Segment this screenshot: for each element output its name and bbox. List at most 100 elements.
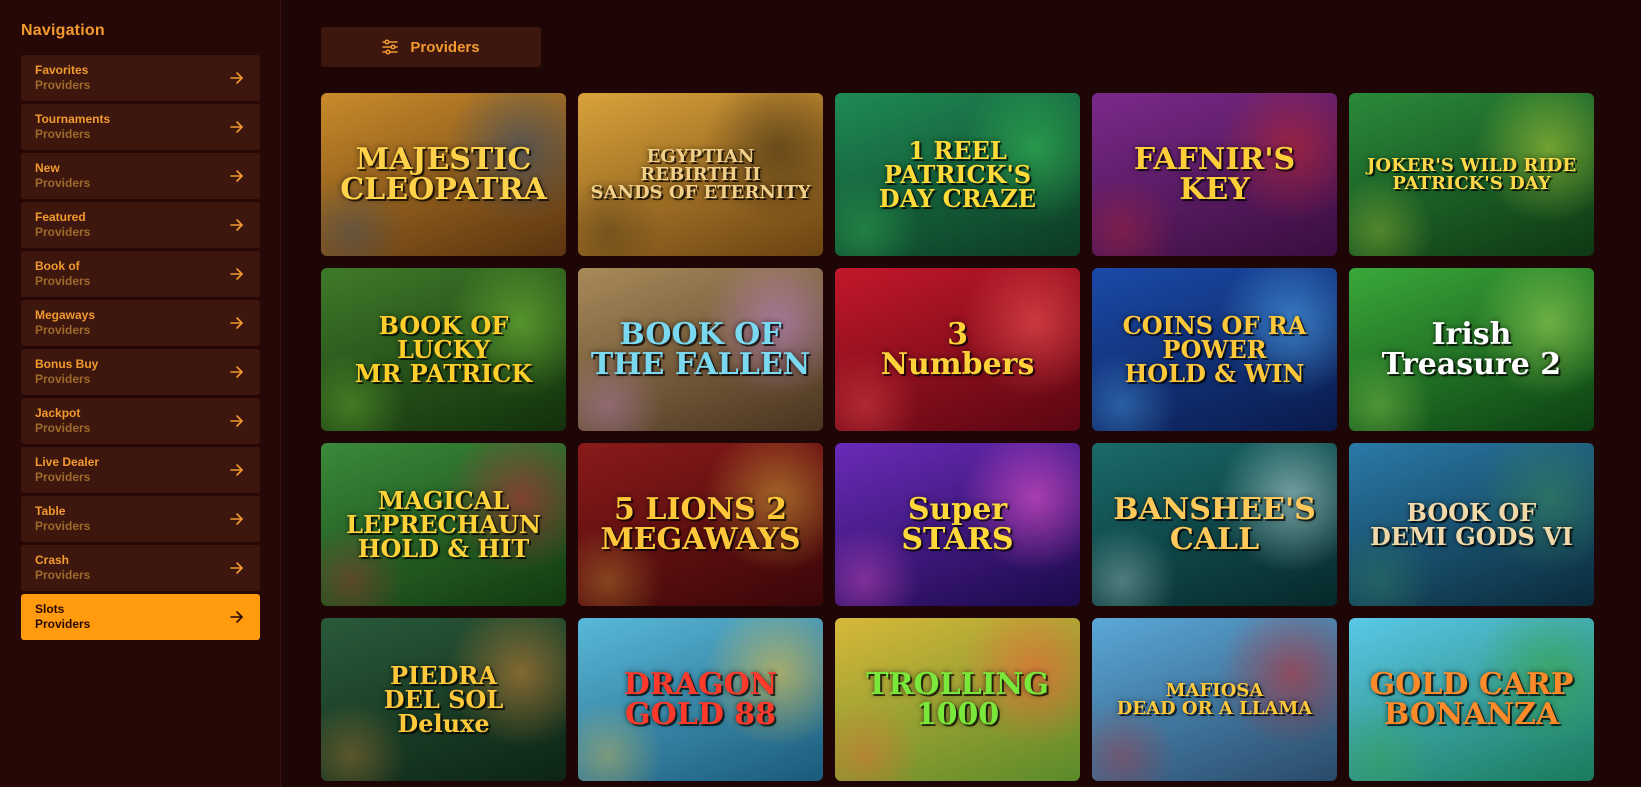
game-title: DRAGON GOLD 88 xyxy=(623,666,778,732)
game-title: BOOK OF THE FALLEN xyxy=(590,316,811,382)
sidebar-item-texts: Book of Providers xyxy=(35,259,90,289)
sliders-icon xyxy=(382,39,399,55)
game-tile[interactable]: MAGICAL LEPRECHAUN HOLD & HIT xyxy=(321,443,566,606)
arrow-right-icon xyxy=(230,121,243,133)
sidebar-item-sub: Providers xyxy=(35,176,91,190)
game-tile[interactable]: Super STARS xyxy=(835,443,1080,606)
game-title: 3 Numbers xyxy=(880,316,1035,382)
sidebar-item-label: Slots xyxy=(35,602,65,616)
game-title: MAFIOSA DEAD OR A LLAMA xyxy=(1116,679,1313,719)
game-title: MAGICAL LEPRECHAUN HOLD & HIT xyxy=(346,485,541,563)
sidebar-item-texts: Table Providers xyxy=(35,504,90,534)
sidebar-item-tournaments[interactable]: Tournaments Providers xyxy=(21,104,260,150)
sidebar-item-sub: Providers xyxy=(35,225,91,239)
sidebar-item-texts: Bonus Buy Providers xyxy=(35,357,98,387)
sidebar-item-label: Favorites xyxy=(35,63,89,77)
sidebar-item-live-dealer[interactable]: Live Dealer Providers xyxy=(21,447,260,493)
game-title: BOOK OF DEMI GODS VI xyxy=(1369,497,1573,551)
sidebar-item-texts: Featured Providers xyxy=(35,210,90,240)
sidebar-item-slots[interactable]: Slots Providers xyxy=(21,594,260,640)
arrow-right-icon xyxy=(230,562,243,574)
game-title: EGYPTIAN REBIRTH II SANDS OF ETERNITY xyxy=(590,145,811,203)
game-title: BOOK OF LUCKY MR PATRICK xyxy=(354,310,533,388)
sidebar-item-sub: Providers xyxy=(35,568,91,582)
sidebar-item-label: New xyxy=(35,161,60,175)
game-tile[interactable]: BOOK OF LUCKY MR PATRICK xyxy=(321,268,566,431)
sidebar-item-featured[interactable]: Featured Providers xyxy=(21,202,260,248)
providers-button[interactable]: Providers xyxy=(321,27,541,67)
sidebar-item-crash[interactable]: Crash Providers xyxy=(21,545,260,591)
arrow-right-icon xyxy=(230,464,243,476)
sidebar-item-label: Featured xyxy=(35,210,86,224)
sidebar-item-favorites[interactable]: Favorites Providers xyxy=(21,55,260,101)
game-title: JOKER'S WILD RIDE PATRICK'S DAY xyxy=(1366,154,1577,194)
arrow-right-icon xyxy=(230,366,243,378)
game-tile[interactable]: JOKER'S WILD RIDE PATRICK'S DAY xyxy=(1349,93,1594,256)
game-tile[interactable]: FAFNIR'S KEY xyxy=(1092,93,1337,256)
sidebar-item-label: Jackpot xyxy=(35,406,81,420)
game-tile[interactable]: Irish Treasure 2 xyxy=(1349,268,1594,431)
game-tile[interactable]: COINS OF RA POWER HOLD & WIN xyxy=(1092,268,1337,431)
game-title: COINS OF RA POWER HOLD & WIN xyxy=(1122,310,1307,388)
game-grid: MAJESTIC CLEOPATRA EGYPTIAN REBIRTH II SA… xyxy=(321,93,1641,781)
sidebar-nav: Favorites Providers Tournaments Providers Ne… xyxy=(21,55,260,640)
sidebar-item-texts: Jackpot Providers xyxy=(35,406,90,436)
app: Navigation Favorites Providers Tournaments… xyxy=(0,0,1641,787)
sidebar-item-jackpot[interactable]: Jackpot Providers xyxy=(21,398,260,444)
sidebar-item-sub: Providers xyxy=(35,617,91,631)
game-tile[interactable]: MAJESTIC CLEOPATRA xyxy=(321,93,566,256)
game-tile[interactable]: 5 LIONS 2 MEGAWAYS xyxy=(578,443,823,606)
sidebar-item-bonus-buy[interactable]: Bonus Buy Providers xyxy=(21,349,260,395)
sidebar-item-label: Tournaments xyxy=(35,112,111,126)
game-title: Irish Treasure 2 xyxy=(1381,316,1562,382)
sidebar-item-label: Book of xyxy=(35,259,80,273)
sidebar-item-new[interactable]: New Providers xyxy=(21,153,260,199)
sidebar-item-sub: Providers xyxy=(35,421,91,435)
arrow-right-icon xyxy=(230,170,243,182)
sidebar-item-texts: Live Dealer Providers xyxy=(35,455,99,485)
sidebar-item-megaways[interactable]: Megaways Providers xyxy=(21,300,260,346)
game-tile[interactable]: GOLD CARP BONANZA xyxy=(1349,618,1594,781)
game-tile[interactable]: 3 Numbers xyxy=(835,268,1080,431)
sidebar-item-book-of[interactable]: Book of Providers xyxy=(21,251,260,297)
game-tile[interactable]: TROLLING 1000 xyxy=(835,618,1080,781)
game-title: 1 REEL PATRICK'S DAY CRAZE xyxy=(878,135,1037,213)
sidebar-item-label: Megaways xyxy=(35,308,96,322)
sidebar-item-sub: Providers xyxy=(35,127,91,141)
game-tile[interactable]: BANSHEE'S CALL xyxy=(1092,443,1337,606)
game-tile[interactable]: BOOK OF DEMI GODS VI xyxy=(1349,443,1594,606)
sidebar-item-label: Bonus Buy xyxy=(35,357,99,371)
arrow-right-icon xyxy=(230,72,243,84)
game-tile[interactable]: BOOK OF THE FALLEN xyxy=(578,268,823,431)
game-tile[interactable]: DRAGON GOLD 88 xyxy=(578,618,823,781)
sidebar: Navigation Favorites Providers Tournaments… xyxy=(0,0,281,787)
sidebar-item-table[interactable]: Table Providers xyxy=(21,496,260,542)
game-title: TROLLING 1000 xyxy=(866,666,1049,732)
game-tile[interactable]: MAFIOSA DEAD OR A LLAMA xyxy=(1092,618,1337,781)
game-tile[interactable]: PIEDRA DEL SOL Deluxe xyxy=(321,618,566,781)
game-title: BANSHEE'S CALL xyxy=(1113,491,1316,557)
game-tile[interactable]: EGYPTIAN REBIRTH II SANDS OF ETERNITY xyxy=(578,93,823,256)
sidebar-item-sub: Providers xyxy=(35,78,91,92)
arrow-right-icon xyxy=(230,513,243,525)
sidebar-item-sub: Providers xyxy=(35,470,91,484)
sidebar-item-label: Table xyxy=(35,504,66,518)
sidebar-item-label: Crash xyxy=(35,553,70,567)
game-title: Super STARS xyxy=(901,491,1014,557)
game-title: FAFNIR'S KEY xyxy=(1133,141,1296,207)
game-title: GOLD CARP BONANZA xyxy=(1369,666,1574,732)
sidebar-item-sub: Providers xyxy=(35,372,91,386)
sidebar-item-texts: New Providers xyxy=(35,161,90,191)
sidebar-item-texts: Slots Providers xyxy=(35,602,90,632)
game-tile[interactable]: 1 REEL PATRICK'S DAY CRAZE xyxy=(835,93,1080,256)
game-title: MAJESTIC CLEOPATRA xyxy=(340,141,547,207)
sidebar-item-label: Live Dealer xyxy=(35,455,100,469)
sidebar-item-texts: Megaways Providers xyxy=(35,308,95,338)
sidebar-item-sub: Providers xyxy=(35,323,91,337)
game-title: PIEDRA DEL SOL Deluxe xyxy=(383,660,504,738)
sidebar-item-sub: Providers xyxy=(35,519,91,533)
arrow-right-icon xyxy=(230,268,243,280)
sidebar-item-texts: Tournaments Providers xyxy=(35,112,110,142)
sidebar-title: Navigation xyxy=(21,22,105,39)
arrow-right-icon xyxy=(230,415,243,427)
